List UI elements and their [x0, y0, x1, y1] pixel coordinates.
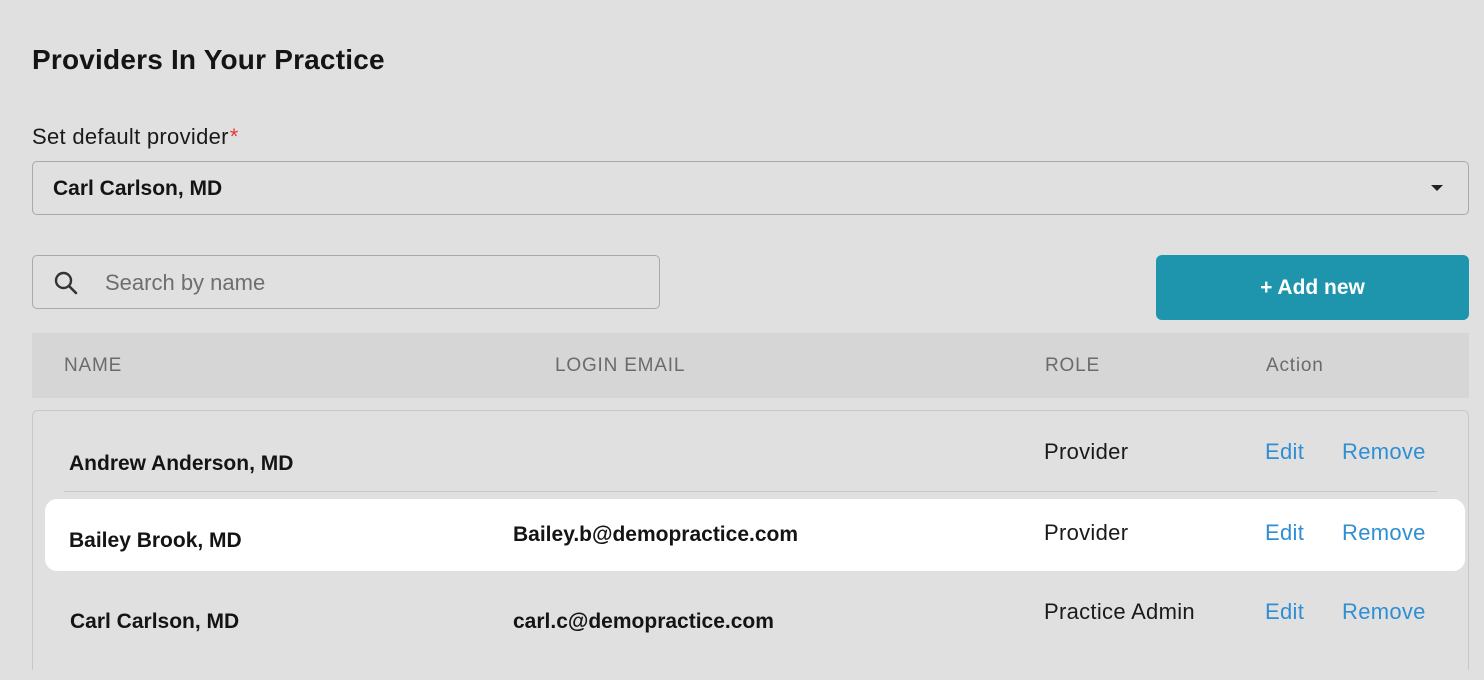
caret-down-icon	[1431, 185, 1443, 191]
edit-link[interactable]: Edit	[1265, 599, 1304, 625]
providers-card: Providers In Your Practice Set default p…	[0, 0, 1484, 680]
required-asterisk: *	[229, 124, 239, 149]
add-new-button[interactable]: + Add new	[1156, 255, 1469, 320]
edit-link[interactable]: Edit	[1265, 439, 1304, 465]
table-header: NAME LOGIN EMAIL ROLE Action	[32, 333, 1469, 398]
edit-link[interactable]: Edit	[1265, 520, 1304, 546]
provider-role: Provider	[1044, 439, 1129, 464]
search-icon	[54, 271, 78, 295]
provider-email: Bailey.b@demopractice.com	[513, 523, 799, 546]
provider-email: carl.c@demopractice.com	[513, 610, 774, 633]
default-provider-label: Set default provider*	[32, 124, 239, 150]
default-provider-selected-value: Carl Carlson, MD	[53, 177, 223, 200]
column-header-email: LOGIN EMAIL	[555, 355, 686, 376]
remove-link[interactable]: Remove	[1342, 520, 1426, 546]
provider-name: Bailey Brook, MD	[69, 529, 242, 552]
table-row: Andrew Anderson, MD Provider Edit Remove	[32, 412, 1469, 492]
default-provider-label-text: Set default provider	[32, 124, 229, 149]
provider-name: Carl Carlson, MD	[70, 610, 240, 633]
remove-link[interactable]: Remove	[1342, 599, 1426, 625]
table-row: Carl Carlson, MD carl.c@demopractice.com…	[32, 572, 1469, 652]
column-header-action: Action	[1266, 355, 1324, 376]
search-field[interactable]	[32, 255, 660, 309]
search-input[interactable]	[103, 264, 647, 302]
table-row-highlighted: Bailey Brook, MD Bailey.b@demopractice.c…	[45, 499, 1465, 571]
column-header-name: NAME	[64, 355, 123, 376]
page-title: Providers In Your Practice	[32, 44, 385, 75]
provider-role: Practice Admin	[1044, 599, 1195, 624]
row-divider	[64, 491, 1437, 492]
provider-role: Provider	[1044, 520, 1129, 545]
column-header-role: ROLE	[1045, 355, 1100, 376]
provider-name: Andrew Anderson, MD	[69, 452, 294, 475]
default-provider-select[interactable]: Carl Carlson, MD	[32, 161, 1469, 215]
remove-link[interactable]: Remove	[1342, 439, 1426, 465]
